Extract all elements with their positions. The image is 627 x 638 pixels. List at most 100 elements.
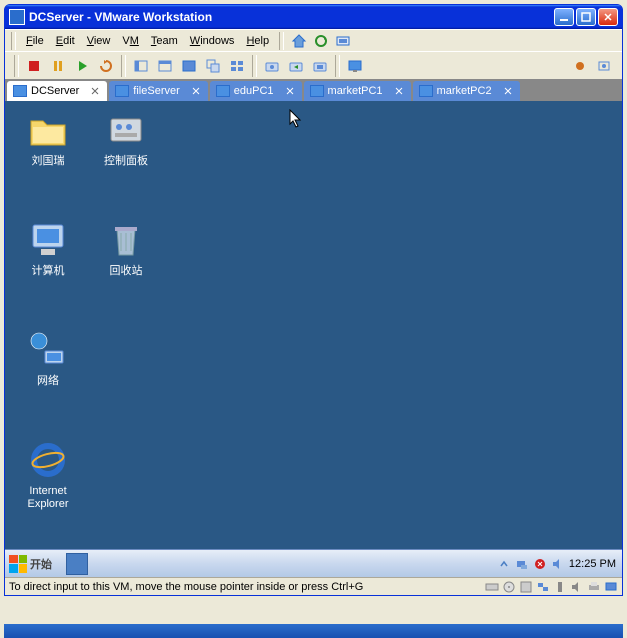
desktop-icon-controlpanel[interactable]: 控制面板 <box>91 109 161 189</box>
tab-marketpc2[interactable]: marketPC2 <box>413 81 520 101</box>
tab-label: marketPC2 <box>437 85 492 97</box>
separator <box>121 55 126 77</box>
screen-icon[interactable] <box>344 55 366 77</box>
refresh-icon[interactable] <box>312 32 330 50</box>
menu-team[interactable]: Team <box>145 33 184 49</box>
tab-dcserver[interactable]: DCServer <box>7 81 107 101</box>
icon-label: 回收站 <box>91 265 161 278</box>
play-button[interactable] <box>71 55 93 77</box>
menu-file[interactable]: File <box>20 33 50 49</box>
minimize-button[interactable] <box>554 8 574 26</box>
tab-label: fileServer <box>133 85 179 97</box>
quicklaunch-item[interactable] <box>66 553 88 575</box>
menu-windows[interactable]: Windows <box>184 33 241 49</box>
desktop-icon-ie[interactable]: Internet Explorer <box>13 439 83 519</box>
desktop-icons-col2: 控制面板 回收站 <box>91 109 161 303</box>
tab-label: DCServer <box>31 85 79 97</box>
status-icons <box>485 580 618 594</box>
layout1-icon[interactable] <box>130 55 152 77</box>
separator <box>252 55 257 77</box>
status-floppy-icon[interactable] <box>519 580 533 594</box>
status-printer-icon[interactable] <box>587 580 601 594</box>
app-icon <box>9 9 25 25</box>
home-icon[interactable] <box>290 32 308 50</box>
capture-icon[interactable] <box>593 55 615 77</box>
icon-label: Internet Explorer <box>13 485 83 511</box>
status-net-icon[interactable] <box>536 580 550 594</box>
status-text: To direct input to this VM, move the mou… <box>9 581 363 593</box>
start-label: 开始 <box>30 556 52 572</box>
stop-button[interactable] <box>23 55 45 77</box>
titlebar[interactable]: DCServer - VMware Workstation <box>5 5 622 29</box>
desktop-icon-computer[interactable]: 计算机 <box>13 219 83 299</box>
tab-close-icon[interactable] <box>284 85 296 97</box>
grip <box>11 32 16 50</box>
desktop-icons-col1: 刘国瑞 计算机 网络 Internet Explorer <box>13 109 83 523</box>
maximize-button[interactable] <box>576 8 596 26</box>
desktop-icon-network[interactable]: 网络 <box>13 329 83 409</box>
layout2-icon[interactable] <box>154 55 176 77</box>
vmware-window: DCServer - VMware Workstation File Edit … <box>4 4 623 596</box>
close-button[interactable] <box>598 8 618 26</box>
clock[interactable]: 12:25 PM <box>569 558 616 570</box>
menubar: File Edit View VM Team Windows Help <box>5 29 622 51</box>
tab-close-icon[interactable] <box>89 85 101 97</box>
network-icon <box>27 329 69 371</box>
folder-icon <box>27 109 69 151</box>
icon-label: 控制面板 <box>91 155 161 168</box>
ie-icon <box>27 439 69 481</box>
vm-icon <box>13 85 27 97</box>
record-icon[interactable] <box>569 55 591 77</box>
windows-logo-icon <box>9 555 27 573</box>
status-hdd-icon[interactable] <box>485 580 499 594</box>
status-monitor-icon[interactable] <box>604 580 618 594</box>
tab-close-icon[interactable] <box>393 85 405 97</box>
host-taskbar[interactable] <box>4 624 623 638</box>
tray-close-icon[interactable] <box>533 557 547 571</box>
tray-network-icon[interactable] <box>515 557 529 571</box>
tab-edupc1[interactable]: eduPC1 <box>210 81 302 101</box>
computer-icon <box>27 219 69 261</box>
menu-edit[interactable]: Edit <box>50 33 81 49</box>
tray-volume-icon[interactable] <box>551 557 565 571</box>
status-cd-icon[interactable] <box>502 580 516 594</box>
tab-marketpc1[interactable]: marketPC1 <box>304 81 411 101</box>
recycle-bin-icon <box>105 219 147 261</box>
vm-icon <box>216 85 230 97</box>
vm-desktop[interactable]: 刘国瑞 计算机 网络 Internet Explorer 控制面板 回 <box>5 101 622 577</box>
icon-label: 网络 <box>13 375 83 388</box>
grip <box>14 55 19 77</box>
revert-icon[interactable] <box>285 55 307 77</box>
toolbar <box>5 51 622 79</box>
reset-button[interactable] <box>95 55 117 77</box>
status-sound-icon[interactable] <box>570 580 584 594</box>
vm-icon <box>115 85 129 97</box>
unity-icon[interactable] <box>202 55 224 77</box>
pause-button[interactable] <box>47 55 69 77</box>
desktop-icon-recyclebin[interactable]: 回收站 <box>91 219 161 299</box>
snapshot-icon[interactable] <box>261 55 283 77</box>
tab-close-icon[interactable] <box>502 85 514 97</box>
menu-view[interactable]: View <box>81 33 117 49</box>
fullscreen-icon[interactable] <box>178 55 200 77</box>
desktop-icon-userfolder[interactable]: 刘国瑞 <box>13 109 83 189</box>
connect-icon[interactable] <box>334 32 352 50</box>
thumbnail-icon[interactable] <box>226 55 248 77</box>
tab-fileserver[interactable]: fileServer <box>109 81 207 101</box>
separator <box>279 32 284 50</box>
start-button[interactable]: 开始 <box>5 550 62 577</box>
menu-help[interactable]: Help <box>240 33 275 49</box>
tabbar: DCServer fileServer eduPC1 marketPC1 mar… <box>5 79 622 101</box>
vm-icon <box>310 85 324 97</box>
icon-label: 计算机 <box>13 265 83 278</box>
manage-snapshot-icon[interactable] <box>309 55 331 77</box>
tab-close-icon[interactable] <box>190 85 202 97</box>
statusbar: To direct input to this VM, move the mou… <box>5 577 622 595</box>
menu-vm[interactable]: VM <box>116 33 145 49</box>
window-title: DCServer - VMware Workstation <box>29 10 552 24</box>
tray-chevron-icon[interactable] <box>497 557 511 571</box>
separator <box>335 55 340 77</box>
mouse-cursor <box>289 109 303 134</box>
status-usb-icon[interactable] <box>553 580 567 594</box>
system-tray: 12:25 PM <box>491 557 622 571</box>
